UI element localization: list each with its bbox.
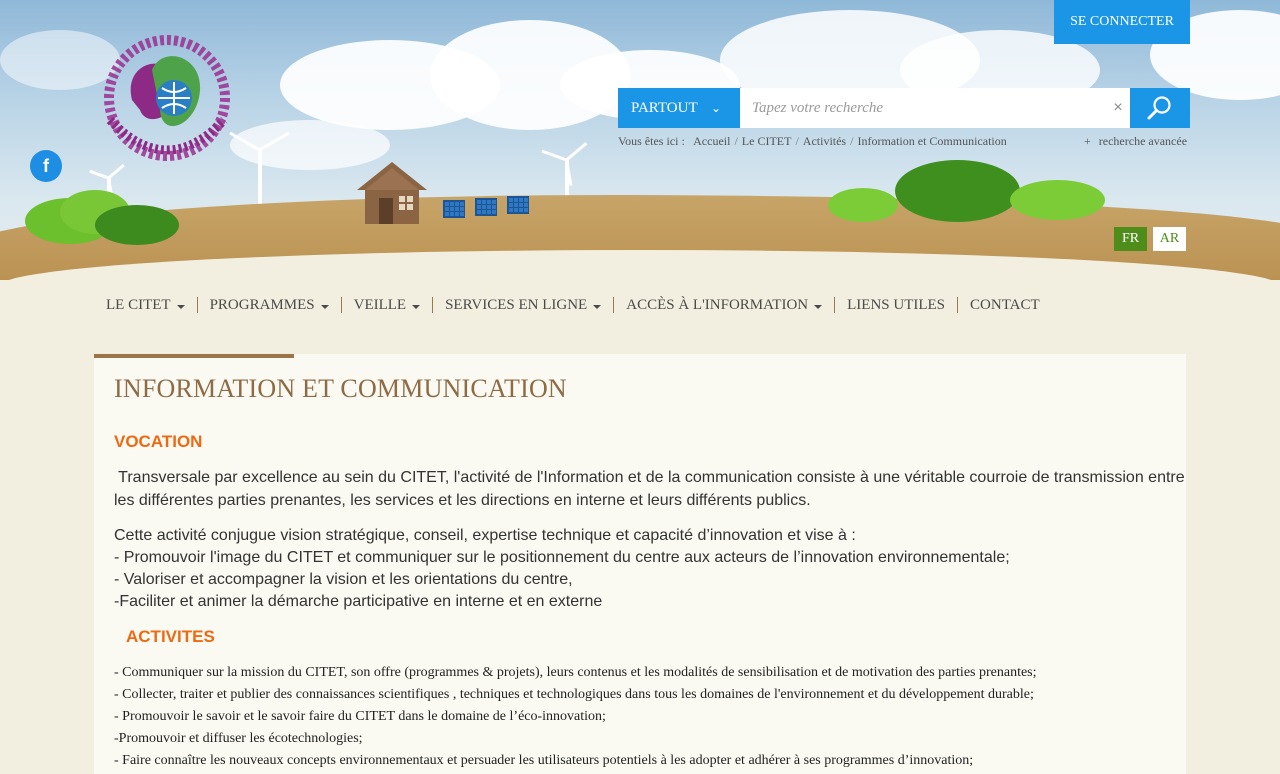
activites-heading: ACTIVITES	[126, 627, 215, 646]
bush	[95, 205, 179, 245]
vocation-objectives-line: -Faciliter et animer la démarche partici…	[114, 593, 603, 610]
breadcrumb-separator: /	[850, 134, 854, 148]
search-scope-dropdown[interactable]: PARTOUT ⌄	[618, 88, 740, 128]
activity-item: - Collecter, traiter et publier des conn…	[114, 687, 1034, 702]
nav-item-liens-utiles[interactable]: LIENS UTILES	[835, 297, 959, 313]
title-accent-bar	[94, 354, 294, 358]
nav-label: LE CITET	[106, 297, 171, 313]
nav-label: VEILLE	[353, 297, 407, 313]
house-illustration	[357, 162, 427, 224]
vocation-objectives-line: - Valoriser et accompagner la vision et …	[114, 571, 573, 588]
caret-down-icon	[412, 304, 421, 309]
main-nav: LE CITET PROGRAMMES VEILLE SERVICES EN L…	[94, 294, 1052, 316]
solar-panel	[475, 198, 497, 216]
activity-item: -Promouvoir et diffuser les écotechnolog…	[114, 731, 363, 746]
breadcrumb: Vous êtes ici : Accueil / Le CITET / Activit…	[618, 134, 1007, 149]
main-content: INFORMATION ET COMMUNICATION VOCATION Tr…	[94, 354, 1186, 774]
citet-logo[interactable]	[92, 30, 242, 180]
activity-item: - Promouvoir le savoir et le savoir fair…	[114, 709, 606, 724]
bush	[895, 160, 1020, 222]
breadcrumb-current: Information et Communication	[857, 134, 1007, 148]
nav-item-veille[interactable]: VEILLE	[342, 297, 434, 313]
vocation-paragraph-line: les différentes parties prenantes, les s…	[114, 492, 811, 509]
close-icon[interactable]: ×	[1108, 88, 1128, 128]
page-title: INFORMATION ET COMMUNICATION	[114, 374, 567, 403]
search-icon	[1147, 96, 1171, 120]
nav-label: ACCÈS À L'INFORMATION	[626, 297, 809, 313]
search-bar: PARTOUT ⌄ ×	[618, 88, 1190, 128]
activity-item: - Communiquer sur la mission du CITET, s…	[114, 665, 1037, 680]
nav-item-acces-information[interactable]: ACCÈS À L'INFORMATION	[614, 297, 836, 313]
search-button[interactable]	[1130, 88, 1190, 128]
caret-down-icon	[320, 304, 329, 309]
caret-down-icon	[593, 304, 602, 309]
breadcrumb-link-accueil[interactable]: Accueil	[693, 134, 730, 148]
search-scope-label: PARTOUT	[631, 100, 698, 116]
plus-icon: +	[1084, 134, 1091, 148]
breadcrumb-prefix: Vous êtes ici :	[618, 134, 685, 148]
header-banner: f SE CONNECTER PARTOUT ⌄ × Vous êtes ici…	[0, 0, 1280, 280]
breadcrumb-separator: /	[795, 134, 799, 148]
language-fr-button[interactable]: FR	[1114, 227, 1147, 251]
chevron-down-icon: ⌄	[711, 101, 722, 115]
nav-label: PROGRAMMES	[209, 297, 315, 313]
nav-item-contact[interactable]: CONTACT	[958, 297, 1052, 313]
caret-down-icon	[176, 304, 185, 309]
advanced-search-label: recherche avancée	[1098, 134, 1188, 148]
nav-item-services-en-ligne[interactable]: SERVICES EN LIGNE	[433, 297, 615, 313]
breadcrumb-link-activites[interactable]: Activités	[803, 134, 846, 148]
caret-down-icon	[814, 304, 823, 309]
activity-item: - Faire connaître les nouveaux concepts …	[114, 753, 974, 768]
vocation-paragraph-line: Transversale par excellence au sein du C…	[114, 469, 1185, 486]
search-input[interactable]	[740, 88, 1130, 128]
login-button[interactable]: SE CONNECTER	[1054, 0, 1190, 44]
advanced-search-link[interactable]: + recherche avancée	[1084, 134, 1187, 149]
nav-item-le-citet[interactable]: LE CITET	[94, 297, 198, 313]
nav-label: LIENS UTILES	[847, 297, 946, 313]
facebook-icon[interactable]: f	[30, 150, 62, 182]
vocation-objectives-line: - Promouvoir l'image du CITET et communi…	[114, 549, 1010, 566]
vocation-heading: VOCATION	[114, 432, 203, 451]
language-ar-button[interactable]: AR	[1153, 227, 1186, 251]
vocation-objectives-line: Cette activité conjugue vision stratégiq…	[114, 527, 856, 544]
bush	[1010, 180, 1105, 220]
breadcrumb-separator: /	[734, 134, 738, 148]
nav-label: CONTACT	[970, 297, 1040, 313]
solar-panel	[443, 200, 465, 218]
solar-panel	[507, 196, 529, 214]
breadcrumb-link-le-citet[interactable]: Le CITET	[742, 134, 792, 148]
nav-item-programmes[interactable]: PROGRAMMES	[198, 297, 342, 313]
bush	[828, 188, 898, 222]
nav-label: SERVICES EN LIGNE	[445, 297, 588, 313]
